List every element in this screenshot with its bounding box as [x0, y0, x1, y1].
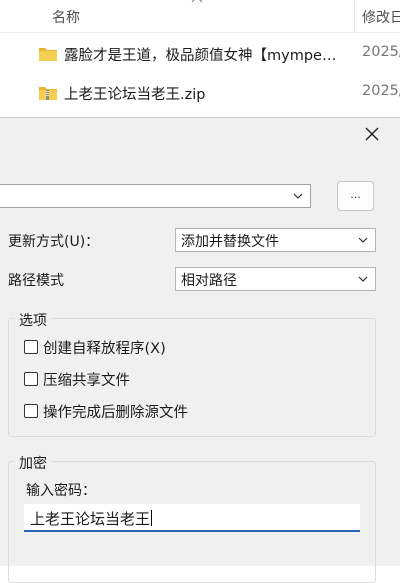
path-mode-value: 相对路径: [181, 273, 237, 289]
file-row[interactable]: 露脸才是王道，极品颜值女神【mympe… 2025/: [0, 38, 400, 70]
checkbox-label: 创建自释放程序(X): [43, 341, 166, 357]
folder-icon: [39, 48, 57, 61]
checkbox-label: 操作完成后删除源文件: [43, 405, 188, 421]
password-input[interactable]: 上老王论坛当老王: [24, 504, 360, 532]
chevron-down-icon: [358, 237, 368, 243]
close-icon[interactable]: [360, 122, 384, 146]
chevron-down-icon: [293, 193, 303, 199]
password-value: 上老王论坛当老王: [30, 510, 151, 528]
file-name: 露脸才是王道，极品颜值女神【mympe…: [64, 48, 337, 64]
column-divider[interactable]: [354, 0, 355, 32]
options-group-title: 选项: [15, 310, 51, 330]
path-mode-label: 路径模式: [8, 273, 64, 289]
checkbox-box[interactable]: [24, 340, 38, 354]
column-date-header[interactable]: 修改日: [362, 7, 400, 27]
archive-settings-dialog: ... 更新方式(U)： 添加并替换文件 路径模式 相对路径 选项 创建自释放程…: [0, 117, 400, 583]
path-mode-select[interactable]: 相对路径: [175, 267, 376, 291]
zip-archive-icon: [39, 87, 57, 100]
checkbox-box[interactable]: [24, 404, 38, 418]
encryption-group-title: 加密: [15, 453, 51, 473]
sort-ascending-icon: [191, 0, 203, 3]
column-name-header[interactable]: 名称: [52, 7, 80, 27]
password-input-text: 上老王论坛当老王: [30, 508, 153, 529]
file-name: 上老王论坛当老王.zip: [64, 87, 206, 103]
file-explorer-list: 名称 修改日 露脸才是王道，极品颜值女神【mympe… 2025/ 上老王论坛当…: [0, 0, 400, 118]
update-mode-select[interactable]: 添加并替换文件: [175, 228, 376, 252]
chevron-down-icon: [358, 276, 368, 282]
browse-button[interactable]: ...: [337, 181, 374, 211]
text-caret: [151, 510, 153, 526]
file-date: 2025/: [362, 83, 400, 99]
column-header: 名称 修改日: [0, 0, 400, 33]
update-mode-value: 添加并替换文件: [181, 234, 279, 250]
checkbox-box[interactable]: [24, 372, 38, 386]
update-mode-label: 更新方式(U)：: [8, 234, 100, 250]
file-row[interactable]: 上老王论坛当老王.zip 2025/: [0, 77, 400, 109]
file-date: 2025/: [362, 44, 400, 60]
password-label: 输入密码：: [26, 483, 96, 499]
checkbox-label: 压缩共享文件: [43, 373, 130, 389]
archive-path-combobox[interactable]: [0, 184, 311, 208]
